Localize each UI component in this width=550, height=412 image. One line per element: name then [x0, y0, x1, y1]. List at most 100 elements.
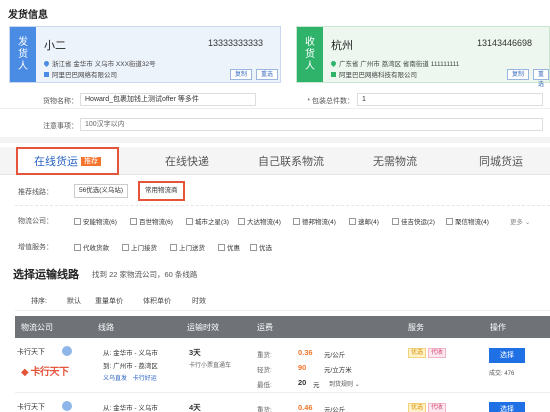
filter-separator [15, 205, 550, 206]
light-price: 90 [298, 363, 307, 372]
col-action: 操作 [490, 323, 506, 332]
location-icon [42, 59, 51, 68]
weight-unit: 元/公斤 [324, 407, 346, 412]
section-divider [0, 137, 550, 143]
route-from: 从: 金华市 - 义乌市 [103, 405, 158, 412]
sender-copy-button[interactable]: 复制 [230, 69, 253, 80]
tab-online-freight[interactable]: 在线货运 推荐 [16, 147, 119, 175]
results-summary: 找到 22 家物流公司，60 条线路 [92, 270, 198, 279]
shipping-tabs: 在线货运 推荐 在线快递 自己联系物流 无需物流 同城货运 [0, 147, 550, 175]
more-companies-link[interactable]: 更多 ⌄ [510, 216, 530, 226]
sort-default[interactable]: 默认 [67, 296, 81, 306]
goods-name-label: 货物名称： [43, 98, 78, 105]
company-filter-label: 物流公司： [18, 218, 53, 225]
receiver-tag: 收货人 [297, 27, 323, 82]
select-button[interactable]: 选择 [489, 348, 525, 363]
weight-label: 重货: [257, 407, 272, 412]
route-note[interactable]: 义乌直发 卡行好运 [103, 373, 157, 382]
weight-label: 重货: [257, 352, 272, 359]
building-icon [331, 72, 336, 77]
service-option[interactable]: 优选 [250, 242, 272, 252]
receiver-name: 杭州 [331, 40, 353, 52]
service-tags: 优选 代收 [408, 403, 448, 412]
transit-note: 卡行小票直通车 [189, 363, 232, 369]
company-option[interactable]: 聚信物流(4) [446, 216, 489, 226]
service-option[interactable]: 上门送货 [170, 242, 205, 252]
chevron-down-icon: ⌄ [524, 219, 531, 226]
sort-label: 排序: [31, 298, 47, 305]
weight-unit: 元/公斤 [324, 352, 346, 359]
company-option[interactable]: 安能物流(6) [74, 216, 117, 226]
col-transit: 运输时效 [187, 323, 219, 332]
company-option[interactable]: 佳吉快运(2) [392, 216, 435, 226]
notes-label: 注意事项： [43, 123, 78, 130]
light-label: 轻货: [257, 367, 272, 374]
sender-address: 浙江省 金华市 义乌市 XXX街道32号 [42, 58, 156, 68]
col-fee: 运费 [257, 323, 273, 332]
receiver-reselect-button[interactable]: 重选 [533, 69, 550, 88]
verified-icon [62, 401, 72, 411]
sender-reselect-button[interactable]: 重选 [256, 69, 279, 80]
tab-no-logistics[interactable]: 无需物流 [348, 147, 442, 175]
results-title: 选择运输线路 [13, 269, 79, 281]
service-option[interactable]: 上门接货 [122, 242, 157, 252]
route-to: 到: 广州市 - 荔湾区 [103, 363, 158, 370]
service-option[interactable]: 代收货款 [74, 242, 109, 252]
select-button[interactable]: 选择 [489, 402, 525, 412]
light-unit: 元/立方米 [324, 367, 352, 374]
company-option[interactable]: 城市之星(3) [186, 216, 229, 226]
building-icon [44, 72, 49, 77]
goods-row: 货物名称： Howard_包裹加钱上测试offer 等多件 * 包装总件数： 1 [0, 91, 550, 109]
common-logistics-chip[interactable]: 常用物流商 [138, 181, 185, 201]
transit-days: 3天 [189, 348, 201, 357]
package-count-field[interactable]: 1 [357, 93, 543, 106]
logo-icon: ◆ [21, 367, 29, 378]
receiver-phone: 13143446698 [477, 38, 533, 48]
receiver-company: 阿里巴巴网络科技有限公司 [331, 69, 417, 79]
table-header: 物流公司 线路 运输时效 运费 服务 操作 [15, 316, 550, 338]
sort-volume-price[interactable]: 体积单价 [143, 296, 171, 306]
route-from: 从: 金华市 - 义乌市 [103, 350, 158, 357]
service-option[interactable]: 优惠 [218, 242, 240, 252]
verified-icon [62, 346, 72, 356]
recommend-badge: 推荐 [81, 156, 101, 166]
weight-price: 0.36 [298, 348, 313, 357]
min-price: 20 [298, 378, 307, 387]
notes-field[interactable]: 100汉字以内 [80, 118, 543, 131]
package-count-label: * 包装总件数： [307, 98, 354, 105]
arrival-rule-link[interactable]: 到货规则 ⌄ [329, 379, 360, 388]
sender-phone: 13333333333 [208, 38, 264, 48]
company-option[interactable]: 速邮(4) [349, 216, 379, 226]
route-label: 推荐线路： [18, 189, 53, 196]
tab-self-contact[interactable]: 自己联系物流 [244, 147, 338, 175]
company-option[interactable]: 百世物流(6) [130, 216, 173, 226]
deal-count: 成交: 476 [489, 371, 515, 377]
company-logo: ◆ 卡行天下 [21, 367, 69, 378]
route-chip[interactable]: 56优选(义乌站) [74, 184, 129, 198]
min-unit: 元 [313, 382, 320, 389]
sender-company: 阿里巴巴网络有限公司 [44, 69, 117, 79]
chevron-down-icon: ⌄ [354, 382, 360, 388]
min-label: 最低: [257, 382, 272, 389]
table-row: 卡行天下 从: 金华市 - 义乌市 4天 重货: 0.46 元/公斤 优选 代收 … [15, 394, 550, 412]
service-filter-label: 增值服务： [18, 244, 53, 251]
page-title: 发货信息 [8, 10, 48, 21]
transit-days: 4天 [189, 403, 201, 412]
tab-online-express[interactable]: 在线快递 [140, 147, 234, 175]
sort-weight-price[interactable]: 重量单价 [95, 296, 123, 306]
weight-price: 0.46 [298, 403, 313, 412]
company-option[interactable]: 大达物流(4) [238, 216, 281, 226]
company-name: 卡行天下 [17, 349, 45, 356]
col-service: 服务 [408, 323, 424, 332]
sender-card: 发货人 小二 13333333333 浙江省 金华市 义乌市 XXX街道32号 … [9, 26, 281, 83]
location-icon [329, 59, 338, 68]
goods-name-field[interactable]: Howard_包裹加钱上测试offer 等多件 [80, 93, 256, 106]
receiver-card: 收货人 杭州 13143446698 广东省 广州市 荔湾区 省南街道 1111… [296, 26, 550, 88]
tab-same-city[interactable]: 同城货运 [452, 147, 550, 175]
col-route: 线路 [98, 323, 114, 332]
sort-bar: 排序: 默认 重量单价 体积单价 时效 [15, 292, 550, 311]
receiver-copy-button[interactable]: 复制 [507, 69, 530, 80]
notes-row: 注意事项： 100汉字以内 [0, 116, 550, 134]
company-option[interactable]: 德邦物流(4) [293, 216, 336, 226]
sort-transit-time[interactable]: 时效 [192, 296, 206, 306]
